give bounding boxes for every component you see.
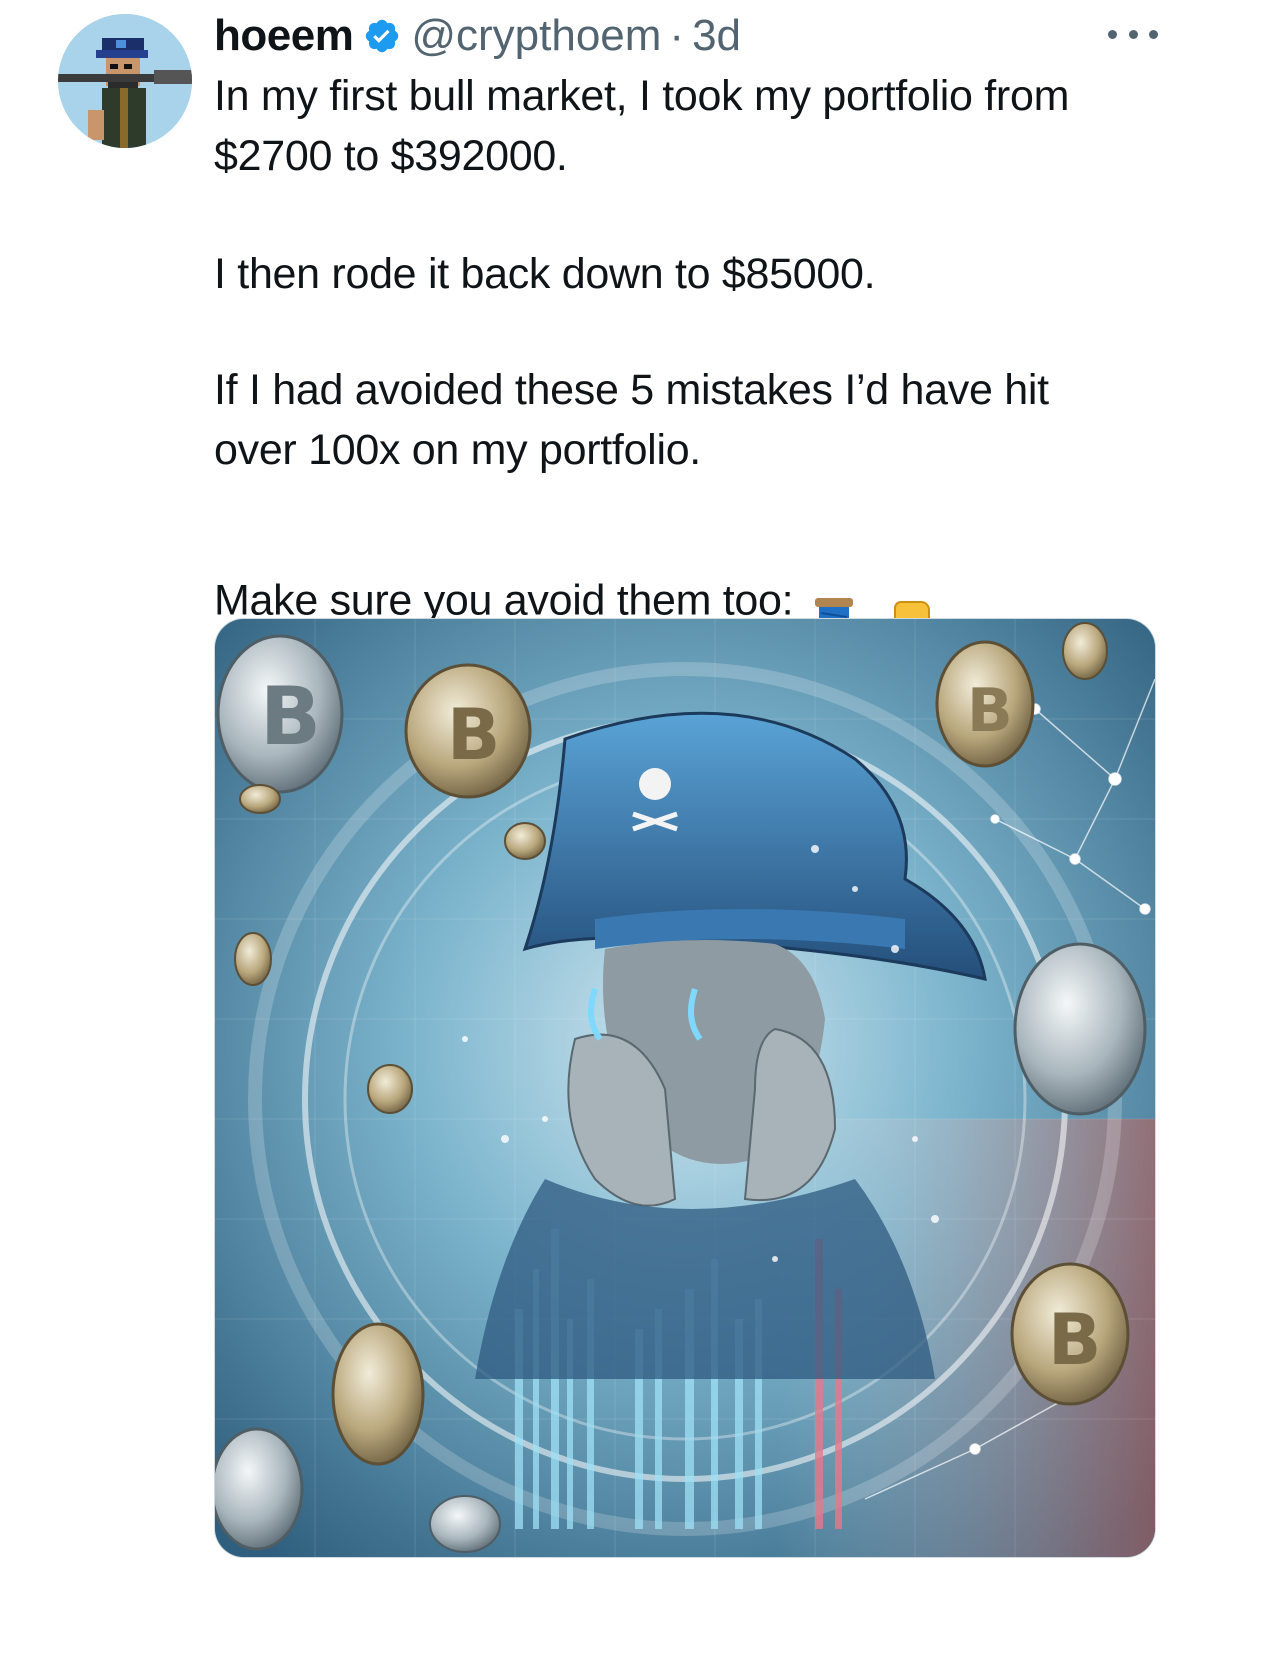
svg-text:B: B [1048,1299,1101,1381]
verified-badge-icon [363,17,401,55]
svg-text:B: B [260,670,321,763]
timestamp[interactable]: 3d [692,11,741,61]
svg-text:B: B [967,676,1013,746]
handle[interactable]: @crypthoem [411,11,661,61]
display-name[interactable]: hoeem [214,11,354,61]
tweet-paragraph-3: If I had avoided these 5 mistakes I’d ha… [214,366,1049,474]
tweet-header: hoeem @crypthoem · 3d [214,10,741,62]
more-horizontal-icon[interactable] [1108,22,1158,46]
tweet-paragraph-2: I then rode it back down to $85000. [214,250,876,298]
avatar[interactable] [58,14,192,148]
pirate-crying-crypto-image: B B B B [215,619,1155,1557]
separator-dot: · [669,11,685,60]
tweet-media-image[interactable]: B B B B [214,618,1156,1558]
svg-text:B: B [447,694,500,776]
tweet-paragraph-1: In my first bull market, I took my portf… [214,72,1070,180]
tweet[interactable]: hoeem @crypthoem · 3d In my first bull m… [0,0,1284,1660]
tweet-text: In my first bull market, I took my portf… [214,66,1214,670]
